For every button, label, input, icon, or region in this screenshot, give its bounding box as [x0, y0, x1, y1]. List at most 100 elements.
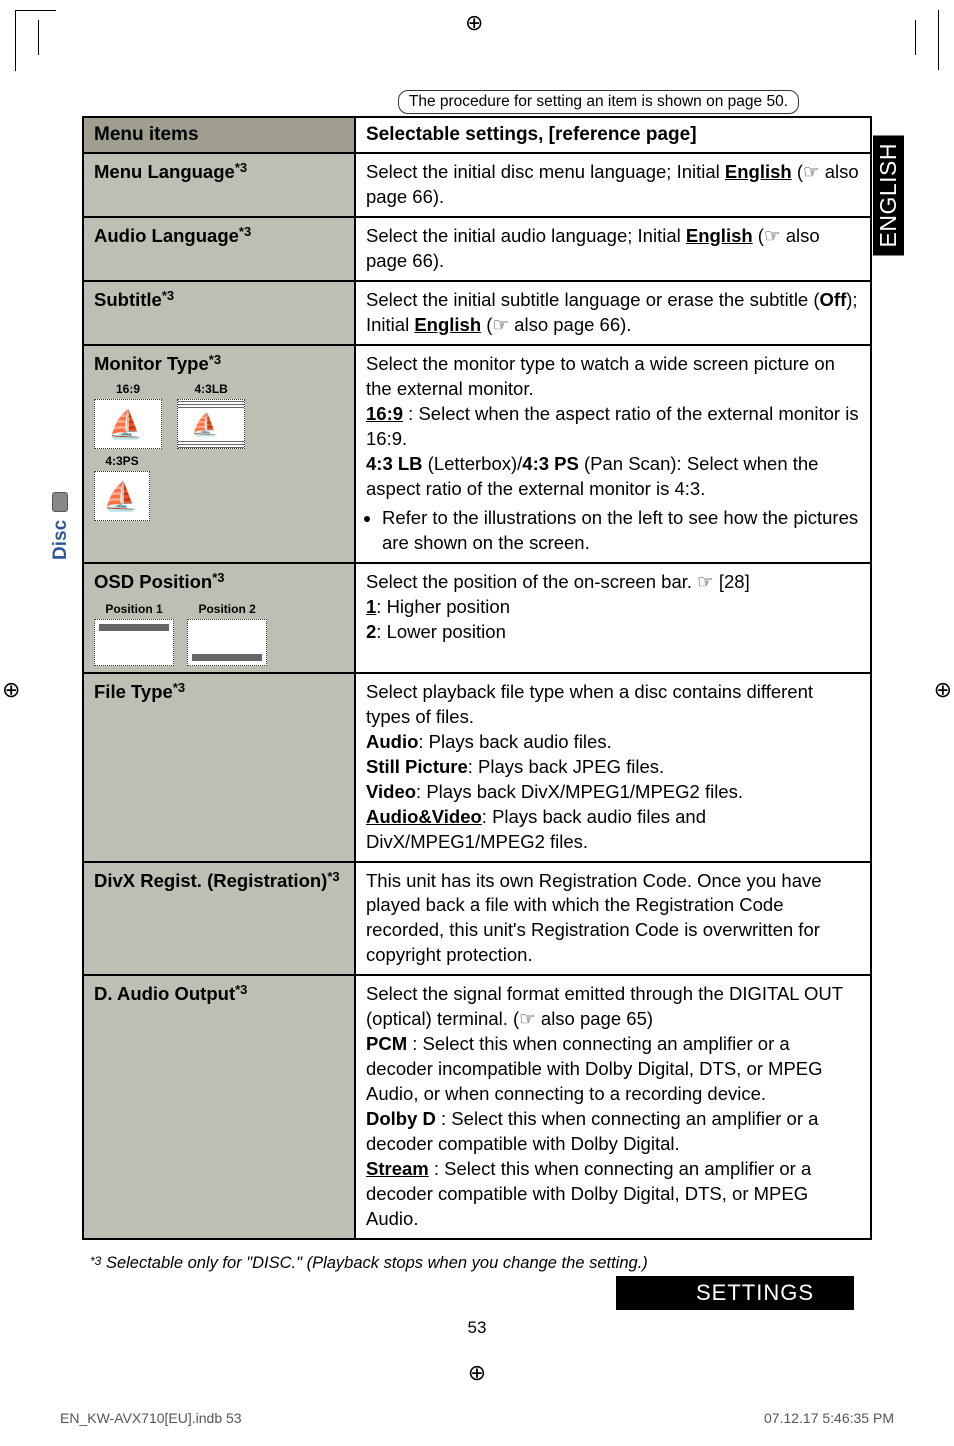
- illustration-label: 16:9: [116, 382, 140, 396]
- text: Select the initial audio language; Initi…: [366, 225, 686, 246]
- text: Select playback file type when a disc co…: [366, 681, 813, 727]
- boat-icon: ⛵: [103, 478, 138, 516]
- bold-text: PCM: [366, 1033, 407, 1054]
- monitor-type-desc: Select the monitor type to watch a wide …: [355, 345, 871, 563]
- footnote-text: Selectable only for "DISC." (Playback st…: [106, 1254, 648, 1272]
- text: Select the signal format emitted through…: [366, 983, 843, 1029]
- subtitle-label: Subtitle*3: [83, 281, 355, 345]
- table-header-row: Menu items Selectable settings, [referen…: [83, 117, 871, 153]
- bar-icon: [99, 624, 169, 631]
- text: (☞ also page 66).: [481, 314, 631, 335]
- crop-mark: [38, 20, 39, 55]
- screen-icon: [187, 619, 267, 666]
- illustration-label: 4:3LB: [194, 382, 227, 396]
- bold-text: Still Picture: [366, 756, 468, 777]
- boat-icon: ⛵: [191, 410, 218, 440]
- bold-text: Dolby D: [366, 1108, 436, 1129]
- disc-icon: [52, 492, 68, 512]
- settings-table: Menu items Selectable settings, [referen…: [82, 116, 872, 1240]
- keyword: Audio&Video: [366, 806, 482, 827]
- footnote-marker: *3: [235, 160, 247, 175]
- section-label: SETTINGS: [616, 1276, 854, 1310]
- position-1-illustration: Position 1: [94, 601, 174, 666]
- boat-icon: ⛵: [108, 406, 143, 444]
- row-title: Subtitle: [94, 289, 162, 310]
- footnote-marker: *3: [209, 352, 221, 367]
- text: Select the initial subtitle language or …: [366, 289, 820, 310]
- registration-mark-icon: ⊕: [934, 677, 952, 703]
- table-row: Subtitle*3 Select the initial subtitle l…: [83, 281, 871, 345]
- registration-mark-icon: ⊕: [2, 677, 20, 703]
- keyword: 1: [366, 596, 376, 617]
- page: ⊕ ⊕ ⊕ The procedure for setting an item …: [0, 0, 954, 1378]
- text: : Plays back audio files.: [418, 731, 611, 752]
- footer-filename: EN_KW-AVX710[EU].indb 53: [60, 1410, 242, 1426]
- row-title: File Type: [94, 681, 173, 702]
- row-title: OSD Position: [94, 571, 212, 592]
- screen-icon: ⛵: [94, 471, 150, 521]
- text: : Lower position: [376, 621, 506, 642]
- text: (Letterbox)/: [423, 453, 523, 474]
- footnote-marker: *3: [162, 288, 174, 303]
- osd-position-desc: Select the position of the on-screen bar…: [355, 563, 871, 673]
- row-title: Monitor Type: [94, 353, 209, 374]
- file-type-desc: Select playback file type when a disc co…: [355, 673, 871, 862]
- bullet-list: Refer to the illustrations on the left t…: [366, 506, 860, 556]
- divx-desc: This unit has its own Registration Code.…: [355, 862, 871, 976]
- footnote-marker: *3: [173, 680, 185, 695]
- osd-position-label: OSD Position*3 Position 1 Position 2: [83, 563, 355, 673]
- language-tab: ENGLISH: [873, 135, 904, 255]
- audio-language-label: Audio Language*3: [83, 217, 355, 281]
- bold-text: 4:3 LB: [366, 453, 423, 474]
- table-row: Monitor Type*3 16:9 ⛵ 4:3LB ⛵ 4:3PS ⛵: [83, 345, 871, 563]
- table-row: D. Audio Output*3 Select the signal form…: [83, 975, 871, 1239]
- row-title: Audio Language: [94, 225, 239, 246]
- table-row: Audio Language*3 Select the initial audi…: [83, 217, 871, 281]
- keyword: Stream: [366, 1158, 429, 1179]
- footnote-marker: *3: [235, 982, 247, 997]
- footnote-marker: *3: [327, 869, 339, 884]
- crop-mark: [915, 20, 916, 55]
- menu-language-desc: Select the initial disc menu language; I…: [355, 153, 871, 217]
- subtitle-desc: Select the initial subtitle language or …: [355, 281, 871, 345]
- footnote: *3 Selectable only for "DISC." (Playback…: [90, 1254, 904, 1273]
- audio-language-desc: Select the initial audio language; Initi…: [355, 217, 871, 281]
- page-number: 53: [50, 1318, 904, 1338]
- table-row: File Type*3 Select playback file type wh…: [83, 673, 871, 862]
- text: : Select when the aspect ratio of the ex…: [366, 403, 859, 449]
- screen-icon: ⛵: [94, 399, 162, 449]
- text: : Select this when connecting an amplifi…: [366, 1158, 811, 1229]
- footnote-marker: *3: [212, 570, 224, 585]
- table-row: OSD Position*3 Position 1 Position 2 Sel…: [83, 563, 871, 673]
- file-type-label: File Type*3: [83, 673, 355, 862]
- bar-icon: [192, 654, 262, 661]
- monitor-4-3lb-illustration: 4:3LB ⛵: [177, 381, 245, 449]
- d-audio-label: D. Audio Output*3: [83, 975, 355, 1239]
- registration-mark-icon: ⊕: [0, 1360, 954, 1386]
- text: : Plays back DivX/MPEG1/MPEG2 files.: [416, 781, 743, 802]
- monitor-type-label: Monitor Type*3 16:9 ⛵ 4:3LB ⛵ 4:3PS ⛵: [83, 345, 355, 563]
- footnote-marker: *3: [239, 224, 251, 239]
- bold-text: 4:3 PS: [522, 453, 579, 474]
- row-title: D. Audio Output: [94, 983, 235, 1004]
- procedure-note: The procedure for setting an item is sho…: [398, 90, 799, 114]
- table-row: Menu Language*3 Select the initial disc …: [83, 153, 871, 217]
- text: : Select this when connecting an amplifi…: [366, 1033, 823, 1104]
- keyword: English: [414, 314, 481, 335]
- header-menu-items: Menu items: [83, 117, 355, 153]
- footnote-marker: *3: [90, 1254, 101, 1268]
- screen-icon: ⛵: [177, 399, 245, 449]
- disc-side-label: Disc: [50, 492, 72, 560]
- illustration-label: Position 1: [105, 602, 162, 616]
- illustration-label: Position 2: [198, 602, 255, 616]
- row-title: Menu Language: [94, 161, 235, 182]
- table-row: DivX Regist. (Registration)*3 This unit …: [83, 862, 871, 976]
- d-audio-desc: Select the signal format emitted through…: [355, 975, 871, 1239]
- position-2-illustration: Position 2: [187, 601, 267, 666]
- bold-text: Audio: [366, 731, 418, 752]
- bold-text: Off: [820, 289, 847, 310]
- list-item: Refer to the illustrations on the left t…: [382, 506, 860, 556]
- crop-mark: [898, 10, 939, 70]
- print-footer: EN_KW-AVX710[EU].indb 53 07.12.17 5:46:3…: [0, 1404, 954, 1446]
- monitor-4-3ps-illustration: 4:3PS ⛵: [94, 453, 150, 521]
